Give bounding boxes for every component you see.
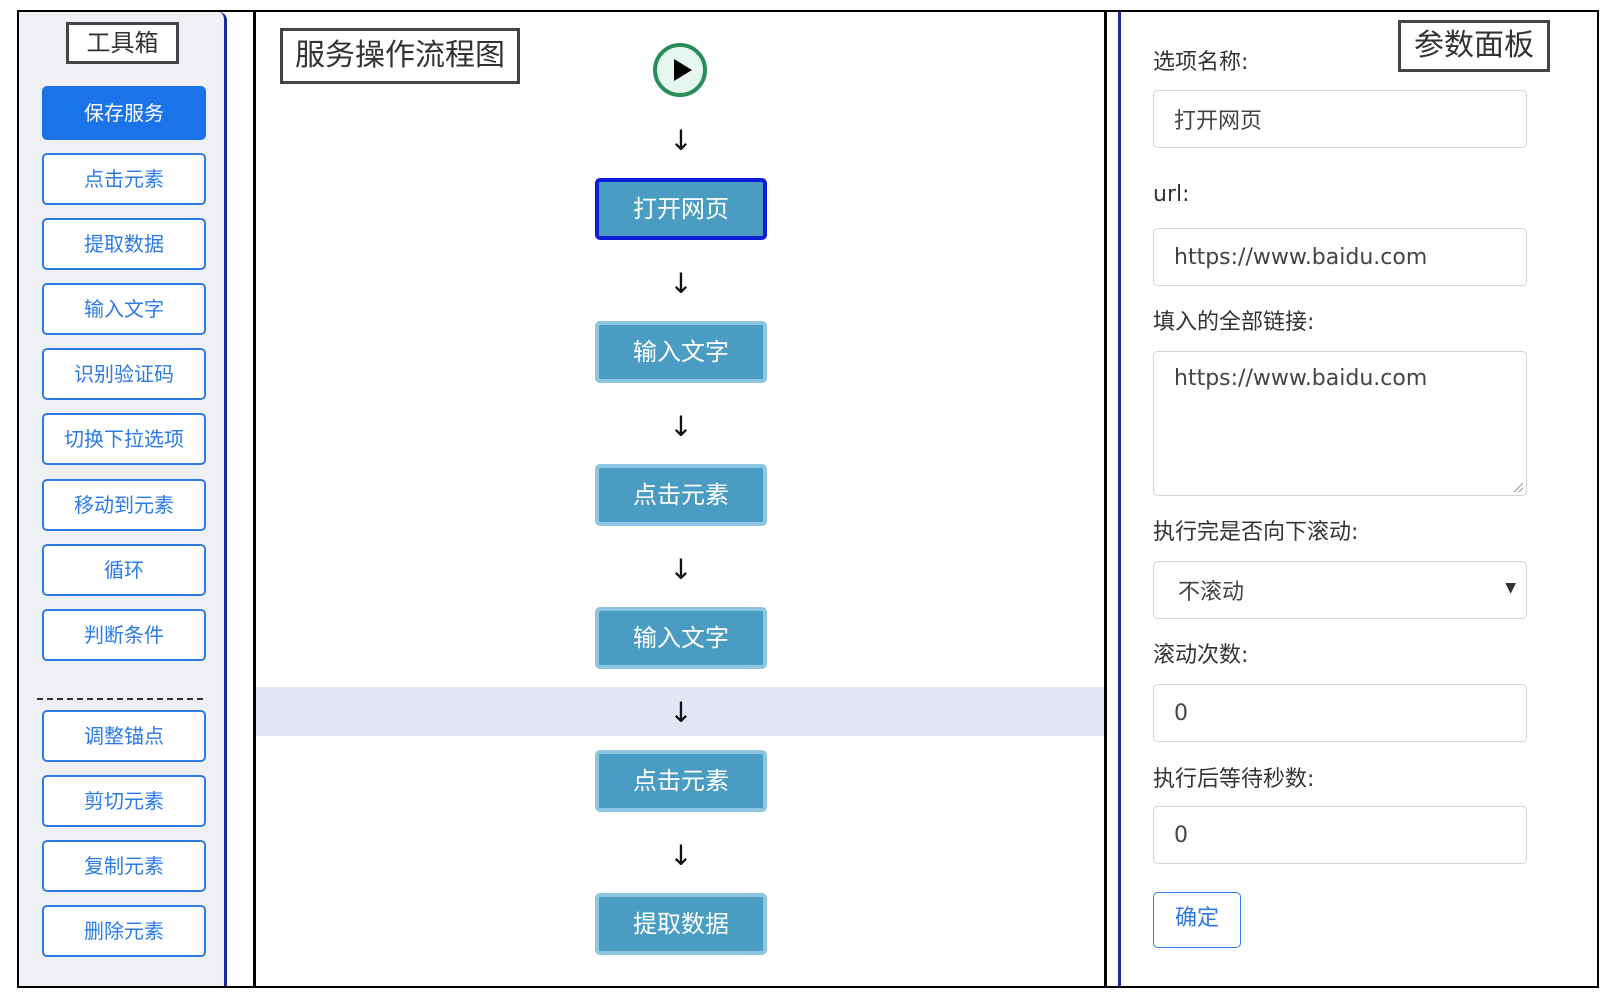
flow-node-open-page[interactable]: 打开网页 xyxy=(595,178,767,240)
tool-cut-element-button[interactable]: 剪切元素 xyxy=(42,775,206,827)
flowchart-title: 服务操作流程图 xyxy=(280,28,520,84)
tool-loop-button[interactable]: 循环 xyxy=(42,544,206,596)
chevron-down-icon: ▼ xyxy=(1505,580,1516,596)
flowchart-area: 服务操作流程图 ↓ 打开网页 ↓ 输入文字 ↓ 点击元素 ↓ 输入文字 ↓ 点击… xyxy=(256,12,1104,986)
tool-extract-data-button[interactable]: 提取数据 xyxy=(42,218,206,270)
flow-arrow[interactable]: ↓ xyxy=(666,410,696,443)
all-links-textarea[interactable]: https://www.baidu.com xyxy=(1153,351,1527,496)
scroll-count-value: 0 xyxy=(1174,700,1188,726)
confirm-button[interactable]: 确定 xyxy=(1153,892,1241,948)
url-input[interactable]: https://www.baidu.com xyxy=(1153,228,1527,286)
scroll-label: 执行完是否向下滚动: xyxy=(1153,520,1359,545)
params-divider xyxy=(1104,12,1121,986)
flow-node-input-text[interactable]: 输入文字 xyxy=(595,607,767,669)
params-title: 参数面板 xyxy=(1398,20,1550,72)
option-name-value: 打开网页 xyxy=(1174,109,1263,134)
tool-switch-dropdown-button[interactable]: 切换下拉选项 xyxy=(42,413,206,465)
tool-condition-button[interactable]: 判断条件 xyxy=(42,609,206,661)
tool-adjust-anchor-button[interactable]: 调整锚点 xyxy=(42,710,206,762)
wait-seconds-input[interactable]: 0 xyxy=(1153,806,1527,864)
scroll-select[interactable]: 不滚动 ▼ xyxy=(1153,561,1527,619)
flow-node-extract-data[interactable]: 提取数据 xyxy=(595,893,767,955)
all-links-label: 填入的全部链接: xyxy=(1153,310,1315,335)
url-value: https://www.baidu.com xyxy=(1174,244,1428,270)
option-name-label: 选项名称: xyxy=(1153,50,1249,75)
tool-captcha-button[interactable]: 识别验证码 xyxy=(42,348,206,400)
flow-node-click-element[interactable]: 点击元素 xyxy=(595,464,767,526)
toolbox-divider xyxy=(227,12,256,986)
params-panel: 参数面板 选项名称: 打开网页 url: https://www.baidu.c… xyxy=(1121,12,1597,986)
wait-seconds-value: 0 xyxy=(1174,822,1188,848)
flow-arrow[interactable]: ↓ xyxy=(666,839,696,872)
toolbox-separator xyxy=(37,698,203,700)
flow-arrow[interactable]: ↓ xyxy=(666,553,696,586)
flow-node-input-text[interactable]: 输入文字 xyxy=(595,321,767,383)
flow-arrow[interactable]: ↓ xyxy=(666,124,696,157)
scroll-count-input[interactable]: 0 xyxy=(1153,684,1527,742)
scroll-selected-value: 不滚动 xyxy=(1178,580,1245,605)
flow-node-click-element[interactable]: 点击元素 xyxy=(595,750,767,812)
tool-delete-element-button[interactable]: 删除元素 xyxy=(42,905,206,957)
wait-seconds-label: 执行后等待秒数: xyxy=(1153,767,1315,792)
option-name-input[interactable]: 打开网页 xyxy=(1153,90,1527,148)
resize-handle-icon[interactable] xyxy=(1513,482,1523,492)
scroll-count-label: 滚动次数: xyxy=(1153,643,1249,668)
tool-input-text-button[interactable]: 输入文字 xyxy=(42,283,206,335)
play-icon[interactable] xyxy=(653,43,707,97)
flow-arrow[interactable]: ↓ xyxy=(666,696,696,729)
tool-click-element-button[interactable]: 点击元素 xyxy=(42,153,206,205)
tool-move-to-element-button[interactable]: 移动到元素 xyxy=(42,479,206,531)
toolbox-panel: 工具箱 保存服务 点击元素 提取数据 输入文字 识别验证码 切换下拉选项 移动到… xyxy=(19,12,227,986)
save-service-button[interactable]: 保存服务 xyxy=(42,86,206,140)
tool-copy-element-button[interactable]: 复制元素 xyxy=(42,840,206,892)
toolbox-title: 工具箱 xyxy=(66,22,179,64)
url-label: url: xyxy=(1153,182,1190,207)
all-links-value: https://www.baidu.com xyxy=(1174,366,1428,391)
app-frame: 工具箱 保存服务 点击元素 提取数据 输入文字 识别验证码 切换下拉选项 移动到… xyxy=(17,10,1599,988)
flow-arrow[interactable]: ↓ xyxy=(666,267,696,300)
